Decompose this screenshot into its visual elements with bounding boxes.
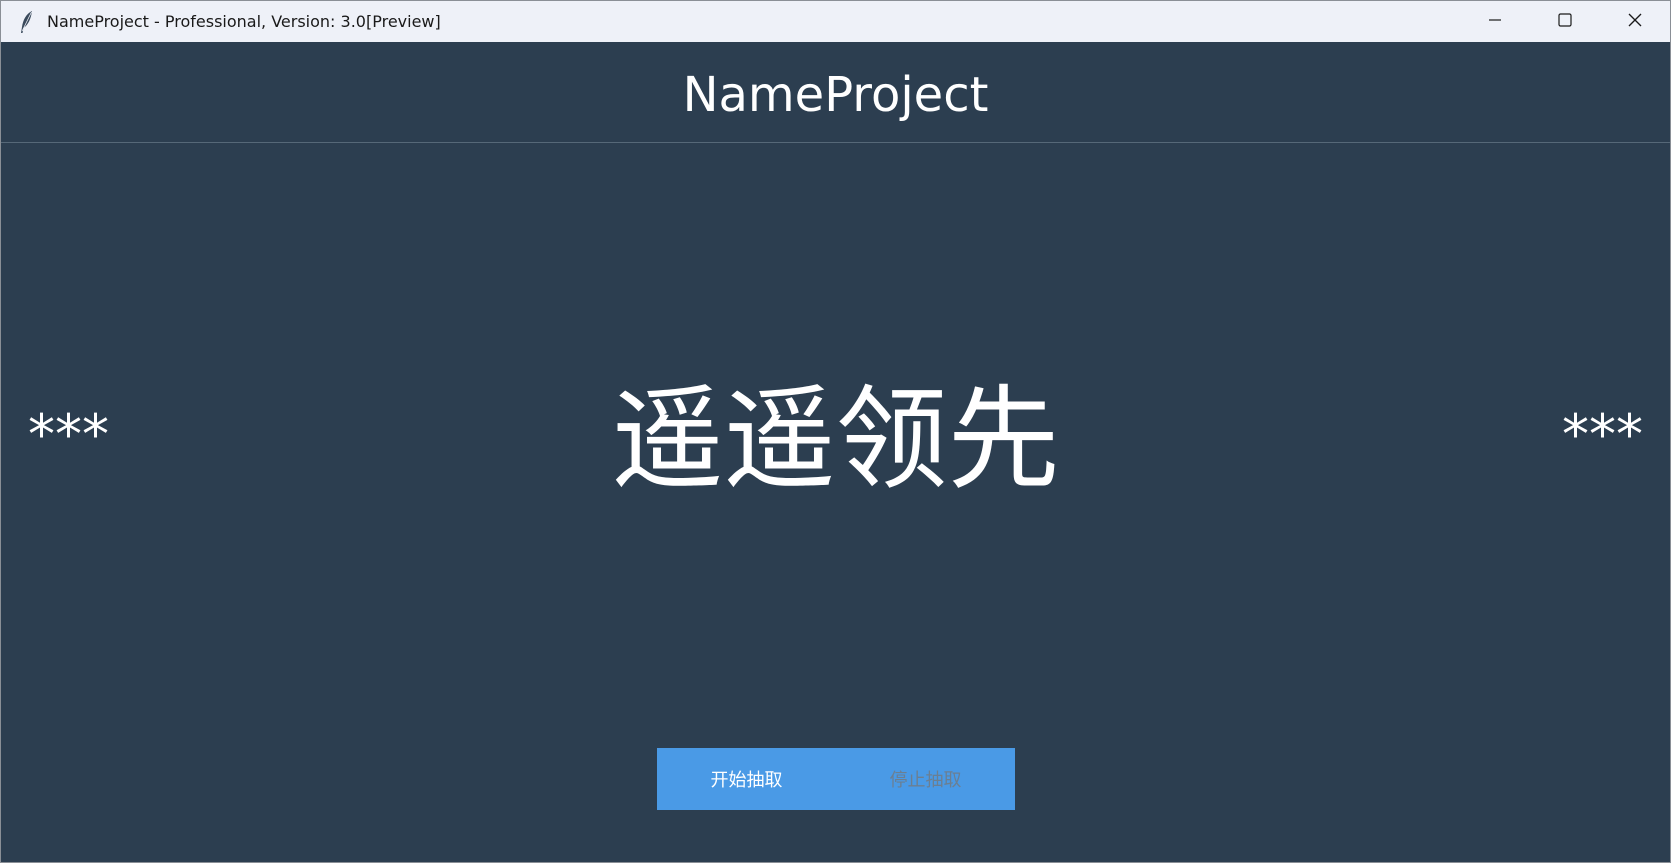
title-bar[interactable]: NameProject - Professional, Version: 3.0… (1, 1, 1670, 42)
close-button[interactable] (1600, 1, 1670, 42)
app-window: NameProject - Professional, Version: 3.0… (0, 0, 1671, 863)
close-icon (1627, 12, 1643, 32)
stop-draw-button[interactable]: 停止抽取 (836, 748, 1015, 810)
app-title: NameProject (682, 67, 989, 123)
start-draw-button[interactable]: 开始抽取 (657, 748, 836, 810)
action-bar: 开始抽取 停止抽取 (657, 748, 1015, 810)
maximize-icon (1557, 12, 1573, 32)
draw-display: *** 遥遥领先 *** 开始抽取 停止抽取 (1, 144, 1670, 862)
next-name: *** (1562, 403, 1643, 466)
maximize-button[interactable] (1530, 1, 1600, 42)
app-header: NameProject (1, 42, 1670, 143)
minimize-icon (1487, 12, 1503, 32)
window-controls (1460, 1, 1670, 42)
window-title: NameProject - Professional, Version: 3.0… (47, 12, 441, 31)
minimize-button[interactable] (1460, 1, 1530, 42)
current-name: 遥遥领先 (611, 375, 1060, 505)
feather-icon (17, 10, 37, 34)
